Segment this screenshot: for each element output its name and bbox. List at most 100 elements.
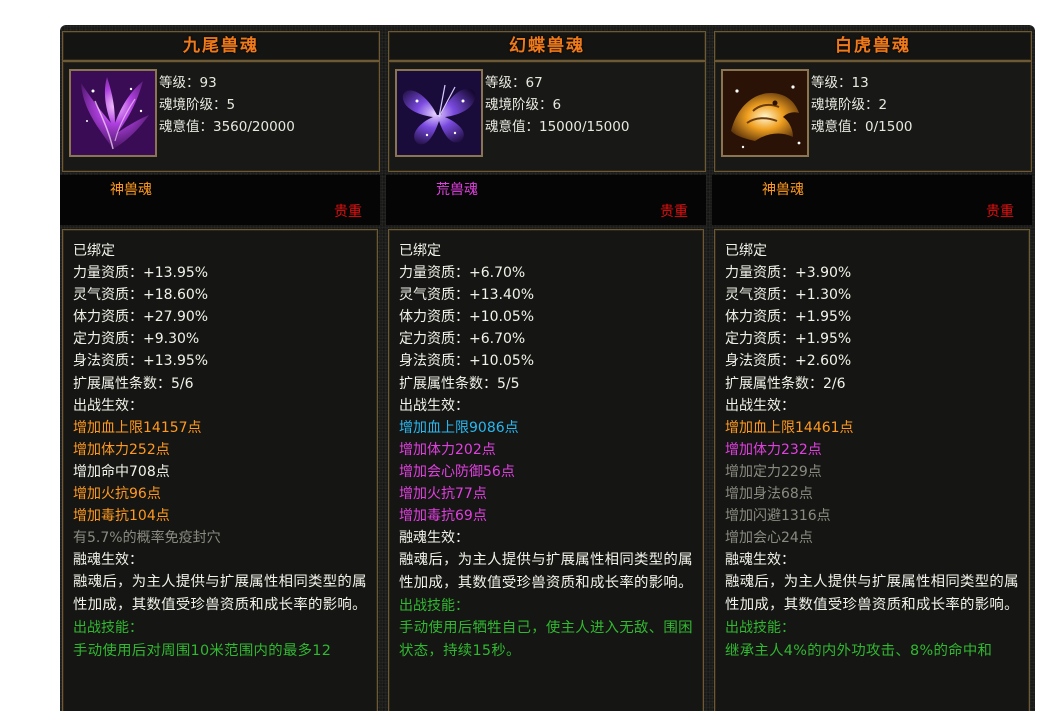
- aptitude-line: 灵气资质：+13.40%: [399, 287, 535, 304]
- effect-line: 增加血上限14157点: [73, 419, 202, 436]
- aptitude-line: 扩展属性条数：5/6: [73, 375, 194, 392]
- level-label: 等级：: [811, 75, 852, 91]
- aptitude-line: 扩展属性条数：5/5: [399, 375, 520, 392]
- aptitude-line: 定力资质：+1.95%: [725, 331, 852, 348]
- fusion-effect-header: 融魂生效：: [399, 530, 469, 547]
- effect-line: 增加血上限9086点: [399, 419, 519, 436]
- aptitude-line: 身法资质：+13.95%: [73, 353, 209, 370]
- battle-effect-header: 出战生效：: [73, 397, 143, 414]
- realm-value: 6: [552, 97, 562, 113]
- aptitude-line: 身法资质：+2.60%: [725, 353, 852, 370]
- effect-line: 增加会心防御56点: [399, 463, 515, 480]
- soul-name: 九尾兽魂: [62, 31, 380, 61]
- soul-info-box: 等级：13 魂境阶级：2 魂意值：0/1500: [714, 61, 1032, 172]
- intent-stat: 魂意值：3560/20000: [159, 116, 295, 138]
- aptitude-line: 体力资质：+1.95%: [725, 309, 852, 326]
- aptitude-line: 定力资质：+9.30%: [73, 331, 200, 348]
- beast-soul-compare-panel: 九尾兽魂 等级：93 魂境阶级：5 魂意值：3560/20000 神兽魂 贵重 …: [60, 25, 1035, 711]
- realm-stat: 魂境阶级：5: [159, 94, 295, 116]
- effect-line: 增加身法68点: [725, 486, 813, 503]
- effect-line: 增加火抗96点: [73, 486, 161, 503]
- bound-status: 已绑定: [73, 243, 115, 259]
- level-value: 93: [199, 75, 217, 91]
- rarity-label: 贵重: [986, 204, 1014, 220]
- soul-detail-box: 已绑定 力量资质：+13.95% 灵气资质：+18.60% 体力资质：+27.90%…: [62, 229, 378, 711]
- soul-name: 白虎兽魂: [714, 31, 1032, 61]
- level-stat: 等级：67: [485, 72, 629, 94]
- effect-list: 增加血上限14461点 增加体力232点 增加定力229点 增加身法68点增加闪避13…: [725, 417, 1029, 550]
- aptitude-line: 力量资质：+3.90%: [725, 265, 852, 282]
- realm-stat: 魂境阶级：6: [485, 94, 629, 116]
- effect-line: 增加体力202点: [399, 441, 496, 458]
- aptitude-line: 体力资质：+27.90%: [73, 309, 209, 326]
- fusion-description: 融魂后，为主人提供与扩展属性相同类型的属性加成，其数值受珍兽资质和成长率的影响。: [399, 552, 693, 592]
- skill-header: 出战技能：: [73, 620, 143, 637]
- soul-type: 神兽魂: [110, 182, 152, 198]
- soul-card: 九尾兽魂 等级：93 魂境阶级：5 魂意值：3560/20000 神兽魂 贵重 …: [60, 29, 380, 711]
- soul-name: 幻蝶兽魂: [388, 31, 706, 61]
- rarity-label: 贵重: [660, 204, 688, 220]
- effect-line: 增加命中708点: [73, 463, 170, 480]
- aptitude-line: 定力资质：+6.70%: [399, 331, 526, 348]
- effect-line: 增加体力232点: [725, 441, 822, 458]
- effect-line: 增加毒抗104点: [73, 508, 170, 525]
- soul-card: 幻蝶兽魂 等级：67 魂境阶级：6 魂意值：15000/15000 荒兽魂 贵重…: [386, 29, 706, 711]
- effect-line: 增加毒抗69点: [399, 508, 487, 525]
- effect-line: 增加体力252点: [73, 441, 170, 458]
- effect-line: 增加闪避1316点: [725, 508, 831, 525]
- effect-line: 增加会心24点: [725, 530, 813, 547]
- aptitude-line: 灵气资质：+1.30%: [725, 287, 852, 304]
- aptitude-list: 力量资质：+6.70% 灵气资质：+13.40% 体力资质：+10.05% 定力资质：…: [399, 262, 703, 395]
- fusion-effect-header: 融魂生效：: [73, 552, 143, 569]
- skill-description: 手动使用后牺牲自己，使主人进入无敌、围困状态，持续15秒。: [399, 620, 693, 660]
- aptitude-line: 力量资质：+13.95%: [73, 265, 209, 282]
- fusion-effect-header: 融魂生效：: [725, 552, 795, 569]
- soul-type: 神兽魂: [762, 182, 804, 198]
- intent-value: 3560/20000: [213, 119, 295, 135]
- realm-label: 魂境阶级：: [485, 97, 553, 113]
- fusion-description: 融魂后，为主人提供与扩展属性相同类型的属性加成，其数值受珍兽资质和成长率的影响。: [73, 574, 367, 614]
- realm-value: 5: [226, 97, 236, 113]
- battle-effect-header: 出战生效：: [725, 397, 795, 414]
- aptitude-list: 力量资质：+3.90% 灵气资质：+1.30% 体力资质：+1.95% 定力资质：+1…: [725, 262, 1029, 395]
- intent-value: 0/1500: [865, 119, 913, 135]
- skill-header: 出战技能：: [399, 598, 469, 615]
- level-stat: 等级：13: [811, 72, 913, 94]
- effect-list: 增加血上限14157点 增加体力252点 增加命中708点 增加火抗96点 增加毒抗10…: [73, 417, 377, 550]
- soul-info-box: 等级：93 魂境阶级：5 魂意值：3560/20000: [62, 61, 380, 172]
- effect-list: 增加血上限9086点 增加体力202点增加会心防御56点 增加火抗77点 增加毒抗69…: [399, 417, 703, 527]
- effect-line: 增加定力229点: [725, 463, 822, 480]
- soul-detail-box: 已绑定 力量资质：+6.70% 灵气资质：+13.40% 体力资质：+10.05% 定…: [388, 229, 704, 711]
- skill-header: 出战技能：: [725, 620, 795, 637]
- bound-status: 已绑定: [725, 243, 767, 259]
- rarity-label: 贵重: [334, 204, 362, 220]
- skill-description: 继承主人4%的内外功攻击、8%的命中和: [725, 642, 993, 659]
- level-stat: 等级：93: [159, 72, 295, 94]
- aptitude-line: 扩展属性条数：2/6: [725, 375, 846, 392]
- intent-label: 魂意值：: [811, 119, 865, 135]
- effect-line: 增加血上限14461点: [725, 419, 854, 436]
- intent-stat: 魂意值：15000/15000: [485, 116, 629, 138]
- realm-label: 魂境阶级：: [159, 97, 227, 113]
- level-label: 等级：: [485, 75, 526, 91]
- realm-stat: 魂境阶级：2: [811, 94, 913, 116]
- soul-info-box: 等级：67 魂境阶级：6 魂意值：15000/15000: [388, 61, 706, 172]
- realm-label: 魂境阶级：: [811, 97, 879, 113]
- intent-label: 魂意值：: [159, 119, 213, 135]
- soul-type-area: 神兽魂 贵重: [60, 175, 380, 225]
- soul-card: 白虎兽魂 等级：13 魂境阶级：2 魂意值：0/1500 神兽魂 贵重 已绑定 …: [712, 29, 1032, 711]
- level-value: 67: [525, 75, 543, 91]
- soul-detail-box: 已绑定 力量资质：+3.90% 灵气资质：+1.30% 体力资质：+1.95% 定力资…: [714, 229, 1030, 711]
- level-value: 13: [851, 75, 869, 91]
- soul-type-area: 神兽魂 贵重: [712, 175, 1032, 225]
- realm-value: 2: [878, 97, 888, 113]
- aptitude-list: 力量资质：+13.95% 灵气资质：+18.60% 体力资质：+27.90% 定力资质…: [73, 262, 377, 395]
- intent-stat: 魂意值：0/1500: [811, 116, 913, 138]
- white-tiger-icon[interactable]: [721, 69, 809, 157]
- butterfly-icon[interactable]: [395, 69, 483, 157]
- level-label: 等级：: [159, 75, 200, 91]
- nine-tail-fox-icon[interactable]: [69, 69, 157, 157]
- effect-line: 增加火抗77点: [399, 486, 487, 503]
- aptitude-line: 力量资质：+6.70%: [399, 265, 526, 282]
- battle-effect-header: 出战生效：: [399, 397, 469, 414]
